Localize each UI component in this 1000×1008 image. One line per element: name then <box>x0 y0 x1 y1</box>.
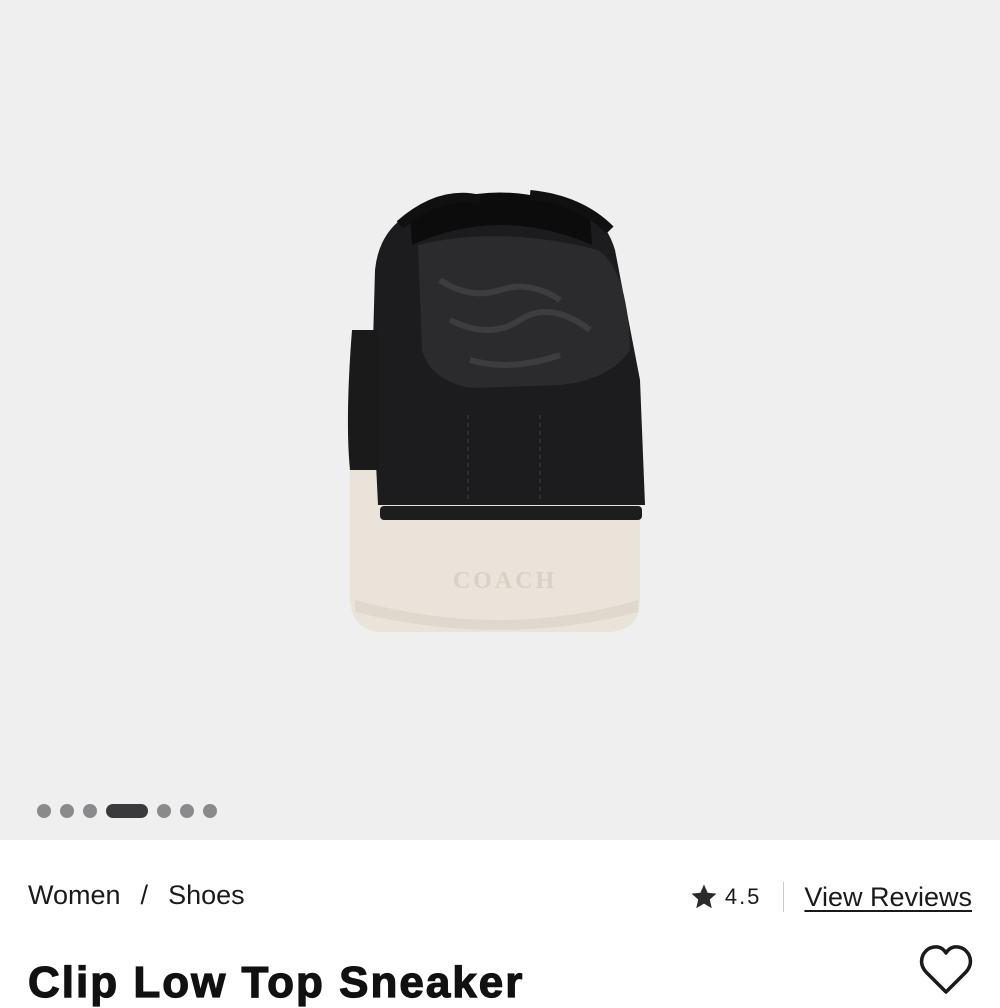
breadcrumb-women[interactable]: Women <box>28 880 121 911</box>
carousel-dot[interactable] <box>83 804 97 818</box>
breadcrumb-separator: / <box>140 880 149 910</box>
rating-value: 4.5 <box>724 884 762 909</box>
carousel-dots <box>37 803 217 819</box>
product-image-gallery[interactable]: COACH <box>0 0 1000 840</box>
star-icon <box>691 884 717 909</box>
carousel-dot[interactable] <box>203 804 217 818</box>
carousel-dot[interactable] <box>37 804 51 818</box>
rating-divider <box>783 882 785 912</box>
view-reviews-link[interactable]: View Reviews <box>804 882 972 913</box>
carousel-dot[interactable] <box>60 804 74 818</box>
carousel-dot-active[interactable] <box>106 804 148 818</box>
product-title: Clip Low Top Sneaker <box>27 957 525 1007</box>
heart-outline-icon[interactable] <box>918 944 974 996</box>
sole-brand-mark: COACH <box>453 568 557 594</box>
carousel-dot[interactable] <box>180 804 194 818</box>
product-image[interactable]: COACH <box>0 0 1000 840</box>
carousel-dot[interactable] <box>157 804 171 818</box>
rating-summary: 4.5 View Reviews <box>689 878 972 916</box>
breadcrumb: Women / Shoes <box>28 880 245 911</box>
breadcrumb-shoes[interactable]: Shoes <box>168 880 245 911</box>
